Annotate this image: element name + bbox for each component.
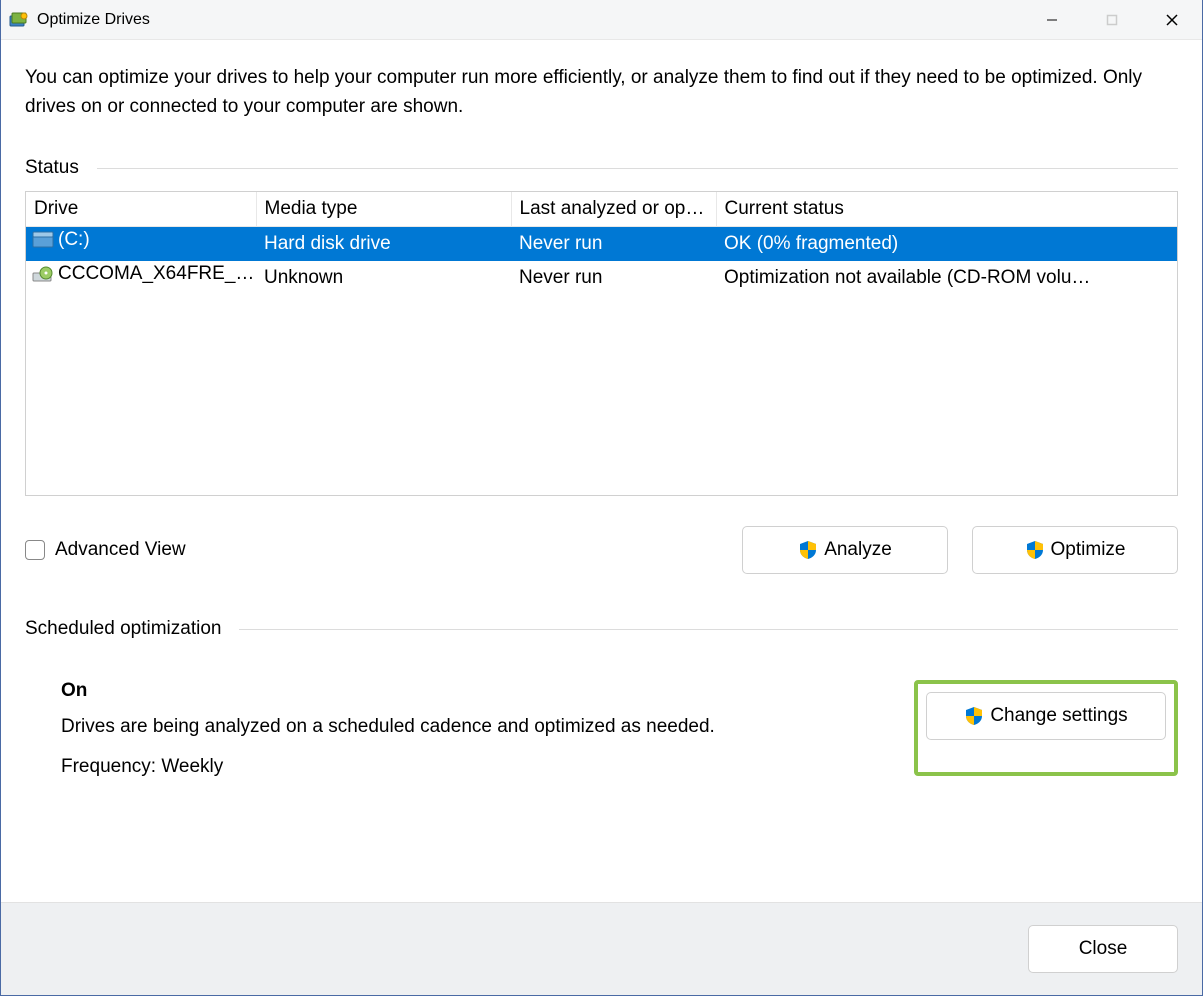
drive-name: CCCOMA_X64FRE_…: [58, 263, 254, 285]
minimize-button[interactable]: [1022, 0, 1082, 40]
titlebar: Optimize Drives: [1, 0, 1202, 40]
advanced-view-checkbox[interactable]: Advanced View: [25, 539, 186, 561]
scheduled-label: Scheduled optimization: [25, 618, 221, 640]
checkbox-icon: [25, 540, 45, 560]
scheduled-frequency: Frequency: Weekly: [61, 756, 914, 778]
drive-name: (C:): [58, 229, 90, 251]
table-row[interactable]: CCCOMA_X64FRE_… Unknown Never run Optimi…: [26, 261, 1177, 295]
analyze-label: Analyze: [824, 539, 892, 561]
change-settings-highlight: Change settings: [914, 680, 1178, 776]
window-title: Optimize Drives: [37, 11, 150, 29]
col-header-last[interactable]: Last analyzed or op…: [511, 192, 716, 227]
optimize-button[interactable]: Optimize: [972, 526, 1178, 574]
description-text: You can optimize your drives to help you…: [25, 64, 1178, 121]
scheduled-state: On: [61, 680, 914, 702]
hdd-icon: [32, 231, 54, 249]
col-header-media[interactable]: Media type: [256, 192, 511, 227]
shield-icon: [964, 706, 984, 726]
table-row[interactable]: (C:) Hard disk drive Never run OK (0% fr…: [26, 227, 1177, 261]
col-header-status[interactable]: Current status: [716, 192, 1177, 227]
col-header-drive[interactable]: Drive: [26, 192, 256, 227]
drives-table: Drive Media type Last analyzed or op… Cu…: [25, 191, 1178, 496]
status-label: Status: [25, 157, 79, 179]
shield-icon: [798, 540, 818, 560]
optimize-label: Optimize: [1051, 539, 1126, 561]
app-icon: [9, 10, 29, 30]
status-section-header: Status: [25, 157, 1178, 179]
scheduled-description: Drives are being analyzed on a scheduled…: [61, 716, 914, 738]
last-analyzed: Never run: [511, 227, 716, 261]
current-status: OK (0% fragmented): [716, 227, 1177, 261]
maximize-button[interactable]: [1082, 0, 1142, 40]
media-type: Unknown: [256, 261, 511, 295]
close-window-button[interactable]: [1142, 0, 1202, 40]
table-header-row: Drive Media type Last analyzed or op… Cu…: [26, 192, 1177, 227]
last-analyzed: Never run: [511, 261, 716, 295]
media-type: Hard disk drive: [256, 227, 511, 261]
close-button[interactable]: Close: [1028, 925, 1178, 973]
change-settings-button[interactable]: Change settings: [926, 692, 1166, 740]
footer: Close: [1, 902, 1202, 995]
current-status: Optimization not available (CD-ROM volu…: [716, 261, 1177, 295]
advanced-view-label: Advanced View: [55, 539, 186, 561]
cd-icon: [32, 265, 54, 283]
shield-icon: [1025, 540, 1045, 560]
scheduled-section-header: Scheduled optimization: [25, 618, 1178, 640]
change-settings-label: Change settings: [990, 705, 1127, 727]
analyze-button[interactable]: Analyze: [742, 526, 948, 574]
close-label: Close: [1079, 938, 1128, 960]
